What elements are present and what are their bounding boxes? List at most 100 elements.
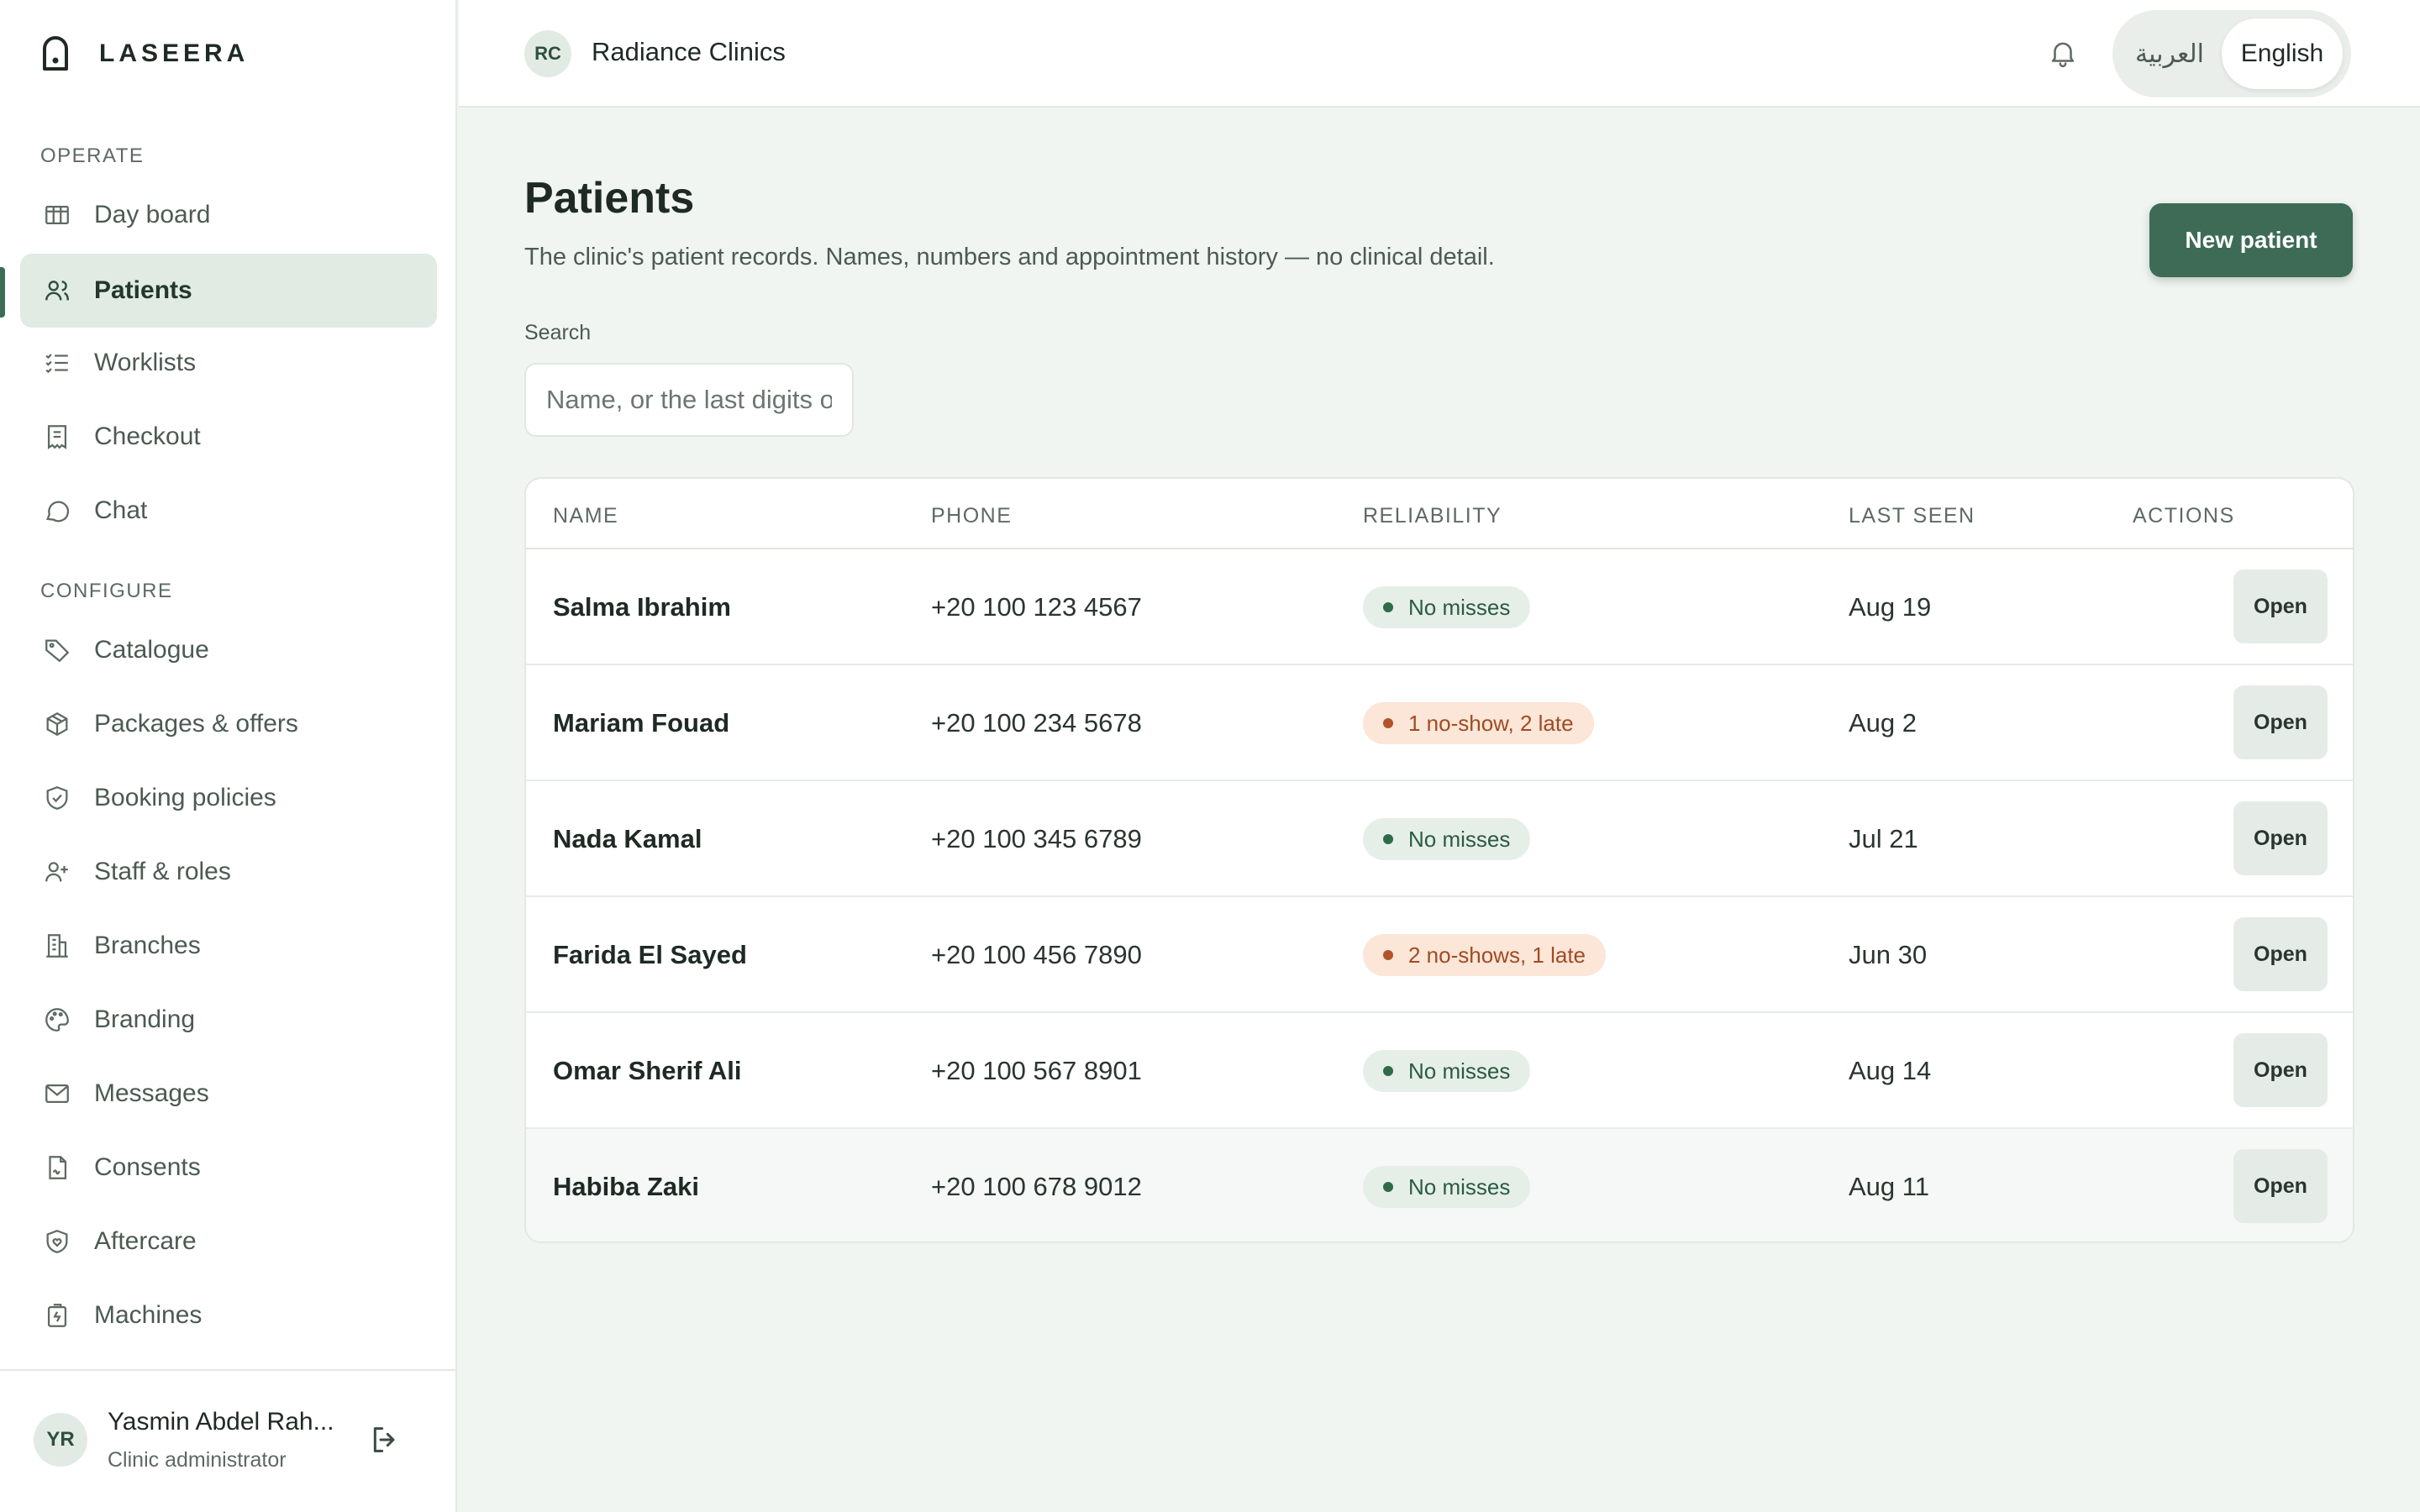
mail-icon [40, 1077, 74, 1110]
sidebar-item-day-board[interactable]: Day board [20, 178, 437, 252]
user-name: Yasmin Abdel Rah... [108, 1408, 334, 1436]
table-row[interactable]: Farida El Sayed +20 100 456 7890 2 no-sh… [526, 897, 2353, 1013]
open-button[interactable]: Open [2233, 1033, 2328, 1107]
page-title: Patients [524, 174, 695, 223]
chat-icon [40, 494, 74, 528]
status-badge: No misses [1363, 1050, 1531, 1092]
heart-shield-icon [40, 1225, 74, 1258]
column-header-name[interactable]: NAME [553, 504, 618, 528]
bell-icon[interactable] [2047, 37, 2079, 69]
sidebar-item-worklists[interactable]: Worklists [20, 326, 437, 400]
sidebar-item-aftercare[interactable]: Aftercare [20, 1205, 437, 1278]
sidebar-item-label: Messages [94, 1079, 209, 1107]
sidebar-item-staff-roles[interactable]: Staff & roles [20, 835, 437, 909]
user-plus-icon [40, 855, 74, 889]
sidebar-item-chat[interactable]: Chat [20, 474, 437, 548]
sidebar-item-checkout[interactable]: Checkout [20, 400, 437, 474]
open-button[interactable]: Open [2233, 1149, 2328, 1223]
sidebar-item-patients[interactable]: Patients [20, 254, 437, 328]
user-panel: YR Yasmin Abdel Rah... Clinic administra… [0, 1369, 457, 1512]
status-dot [1383, 834, 1393, 844]
shield-check-icon [40, 781, 74, 815]
status-badge: 1 no-show, 2 late [1363, 702, 1594, 744]
patient-name: Nada Kamal [553, 824, 702, 853]
table-row[interactable]: Omar Sherif Ali +20 100 567 8901 No miss… [526, 1013, 2353, 1129]
sidebar: LASEERA OPERATE Day board Patients Workl… [0, 0, 457, 1512]
open-button[interactable]: Open [2233, 917, 2328, 991]
palette-icon [40, 1003, 74, 1037]
sidebar-item-label: Branding [94, 1005, 196, 1033]
page-subtitle: The clinic's patient records. Names, num… [524, 244, 1495, 270]
topbar: RC Radiance Clinics العربية English [459, 0, 2420, 108]
sidebar-item-label: Consents [94, 1153, 201, 1181]
brand-logo[interactable]: LASEERA [40, 34, 249, 74]
status-badge: No misses [1363, 586, 1531, 628]
table-header: NAME PHONE RELIABILITY LAST SEEN ACTIONS [526, 479, 2353, 549]
reliability-cell: 1 no-show, 2 late [1363, 665, 1594, 781]
last-seen: Jun 30 [1849, 940, 1928, 969]
patient-name: Mariam Fouad [553, 708, 730, 738]
search-input[interactable] [524, 363, 854, 437]
clinic-name[interactable]: Radiance Clinics [592, 37, 786, 67]
tag-icon [40, 633, 74, 667]
patient-name: Habiba Zaki [553, 1172, 699, 1201]
sidebar-item-label: Packages & offers [94, 710, 298, 738]
last-seen: Aug 2 [1849, 708, 1918, 738]
patient-name: Salma Ibrahim [553, 592, 731, 622]
patient-name: Farida El Sayed [553, 940, 747, 969]
status-badge: 2 no-shows, 1 late [1363, 934, 1607, 976]
section-label-operate: OPERATE [40, 144, 145, 167]
table-row[interactable]: Habiba Zaki +20 100 678 9012 No misses A… [526, 1129, 2353, 1242]
table-row[interactable]: Mariam Fouad +20 100 234 5678 1 no-show,… [526, 665, 2353, 781]
sidebar-item-consents[interactable]: Consents [20, 1131, 437, 1205]
sidebar-item-label: Checkout [94, 423, 201, 450]
patient-name: Omar Sherif Ali [553, 1056, 742, 1085]
badge-label: No misses [1408, 826, 1511, 852]
badge-label: No misses [1408, 1173, 1511, 1200]
receipt-icon [40, 420, 74, 454]
sidebar-item-booking-policies[interactable]: Booking policies [20, 761, 437, 835]
sidebar-item-label: Catalogue [94, 636, 209, 664]
table-row[interactable]: Salma Ibrahim +20 100 123 4567 No misses… [526, 549, 2353, 665]
open-button[interactable]: Open [2233, 685, 2328, 759]
language-arabic-button[interactable]: العربية [2121, 18, 2218, 89]
package-icon [40, 707, 74, 741]
badge-label: No misses [1408, 594, 1511, 620]
last-seen: Aug 11 [1849, 1172, 1929, 1201]
sidebar-item-label: Worklists [94, 349, 197, 376]
sidebar-item-label: Staff & roles [94, 858, 231, 885]
table-row[interactable]: Nada Kamal +20 100 345 6789 No misses Ju… [526, 781, 2353, 897]
sidebar-item-branding[interactable]: Branding [20, 983, 437, 1057]
sidebar-item-label: Day board [94, 201, 211, 228]
patients-table: NAME PHONE RELIABILITY LAST SEEN ACTIONS… [524, 477, 2354, 1243]
column-header-last-seen[interactable]: LAST SEEN [1849, 504, 1975, 528]
brand-name: LASEERA [99, 39, 250, 67]
status-dot [1383, 718, 1393, 728]
column-header-reliability[interactable]: RELIABILITY [1363, 504, 1502, 528]
language-english-button[interactable]: English [2222, 18, 2343, 89]
sidebar-item-packages[interactable]: Packages & offers [20, 687, 437, 761]
patient-phone: +20 100 567 8901 [931, 1056, 1142, 1085]
sidebar-item-branches[interactable]: Branches [20, 909, 437, 983]
badge-label: 2 no-shows, 1 late [1408, 942, 1586, 968]
open-button[interactable]: Open [2233, 801, 2328, 875]
avatar[interactable]: YR [34, 1413, 87, 1467]
open-button[interactable]: Open [2233, 570, 2328, 643]
new-patient-button[interactable]: New patient [2149, 203, 2353, 277]
sidebar-item-machines[interactable]: Machines [20, 1278, 437, 1352]
laseera-logo-icon [43, 36, 68, 71]
sidebar-item-label: Machines [94, 1301, 203, 1329]
sidebar-item-messages[interactable]: Messages [20, 1057, 437, 1131]
last-seen: Aug 14 [1849, 1056, 1932, 1085]
logout-icon[interactable] [368, 1423, 402, 1457]
sidebar-item-label: Aftercare [94, 1227, 197, 1255]
status-badge: No misses [1363, 818, 1531, 860]
column-header-phone[interactable]: PHONE [931, 504, 1012, 528]
badge-label: No misses [1408, 1058, 1511, 1084]
sidebar-item-catalogue[interactable]: Catalogue [20, 613, 437, 687]
building-icon [40, 929, 74, 963]
users-icon [40, 274, 74, 307]
column-header-actions: ACTIONS [2133, 504, 2235, 528]
reliability-cell: No misses [1363, 1129, 1531, 1242]
user-role: Clinic administrator [108, 1448, 287, 1472]
